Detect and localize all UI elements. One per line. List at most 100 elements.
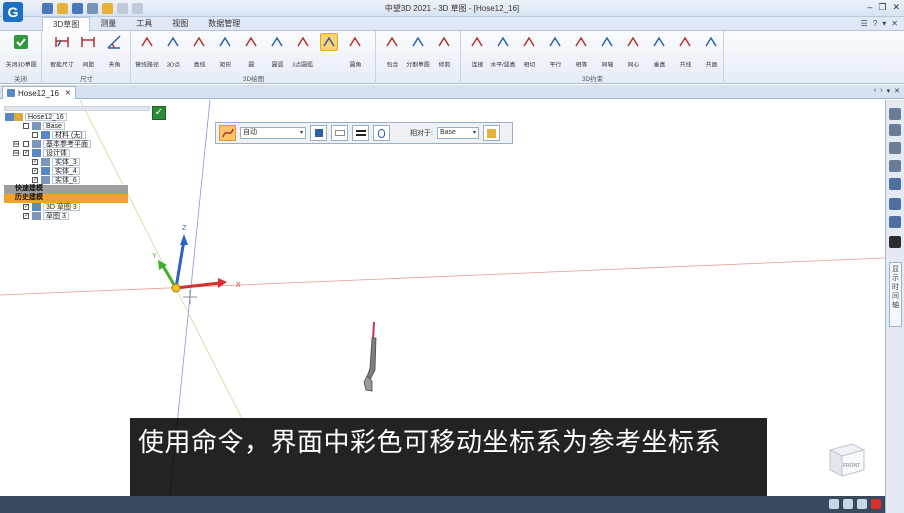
- tab-3d-sketch[interactable]: 3D草图: [42, 17, 91, 32]
- parallel-button[interactable]: 平行: [542, 33, 568, 69]
- collinear-button[interactable]: 共线: [672, 33, 698, 69]
- visibility-checkbox[interactable]: ✓: [23, 204, 29, 210]
- close-tab-icon[interactable]: ✕: [65, 89, 71, 97]
- trim-button[interactable]: 修剪: [431, 33, 457, 69]
- ribbon-option-icon[interactable]: ☰: [861, 19, 868, 28]
- document-tab[interactable]: Hose12_16 ✕: [2, 86, 76, 99]
- view-icon[interactable]: [889, 216, 901, 228]
- line-weight-button[interactable]: [352, 125, 369, 141]
- tab-data-management[interactable]: 数据管理: [198, 17, 250, 32]
- equal-button[interactable]: 相等: [568, 33, 594, 69]
- point-type-button[interactable]: [310, 125, 327, 141]
- manager-icon[interactable]: [889, 108, 901, 120]
- ribbon-close-icon[interactable]: ✕: [891, 19, 898, 28]
- spline-mode-button[interactable]: [219, 125, 236, 141]
- pick-reference-button[interactable]: [482, 125, 500, 141]
- visibility-checkbox[interactable]: ✓: [23, 213, 29, 219]
- confirm-check-button[interactable]: ✓: [152, 106, 166, 120]
- connect-button[interactable]: 连接: [464, 33, 490, 69]
- expand-icon[interactable]: ⊟: [13, 141, 19, 147]
- minimize-icon[interactable]: –: [867, 2, 872, 13]
- hose-model[interactable]: [363, 321, 377, 392]
- view-cube[interactable]: FRONT: [824, 438, 868, 478]
- tab-tools[interactable]: 工具: [126, 17, 162, 32]
- status-record-icon[interactable]: [871, 499, 881, 509]
- rect-button[interactable]: 矩形: [212, 33, 238, 69]
- feature-icon: [32, 212, 41, 220]
- pipe-path-button[interactable]: 管线路径: [134, 33, 160, 69]
- relative-select[interactable]: Base ▾: [436, 127, 479, 139]
- tree-node[interactable]: ⊟ ✓ 设计体: [4, 149, 150, 158]
- hv-icon: [494, 33, 512, 51]
- smart-dimension-button[interactable]: 智能尺寸: [49, 33, 75, 69]
- tree-node[interactable]: ✓ 草图 3: [4, 212, 150, 221]
- tree-node[interactable]: ✓ 实体_3: [4, 158, 150, 167]
- hv-button[interactable]: 水平/竖直: [490, 33, 516, 69]
- expand-icon[interactable]: ⊟: [13, 150, 19, 156]
- tree-section-bar[interactable]: 历史建模: [4, 194, 128, 203]
- restore-icon[interactable]: ❐: [878, 2, 886, 13]
- grid-button[interactable]: [331, 125, 348, 141]
- split-button[interactable]: 分割草图: [405, 33, 431, 69]
- close-3d-sketch-button[interactable]: 关闭3D草图: [6, 33, 36, 69]
- visibility-checkbox[interactable]: [23, 123, 29, 129]
- tree-node-label: 快速建模: [15, 185, 43, 192]
- line-button[interactable]: 直线: [186, 33, 212, 69]
- layers-icon[interactable]: [889, 198, 901, 210]
- close-document-icon[interactable]: ✕: [894, 87, 900, 95]
- status-snap-icon[interactable]: [857, 499, 867, 509]
- 3d-viewport[interactable]: Z Y X Hose12_16 Base 材料 (无) ⊟ 基本参考平面 ⊟ ✓ 设计体 ✓ 实…: [0, 100, 885, 513]
- tab-list-icon[interactable]: ▾: [887, 87, 891, 95]
- app-logo[interactable]: G: [3, 2, 23, 22]
- point-button[interactable]: 3D点: [160, 33, 186, 69]
- fillet-icon: [346, 33, 364, 51]
- tree-node[interactable]: ⊟ 基本参考平面: [4, 140, 150, 149]
- grid-icon[interactable]: [889, 236, 901, 248]
- coplanar-button[interactable]: 共面: [698, 33, 724, 69]
- tree-node[interactable]: 材料 (无): [4, 131, 150, 140]
- tangent-button[interactable]: 相切: [516, 33, 542, 69]
- spline-button[interactable]: [316, 33, 342, 69]
- mode-select[interactable]: 自动 ▾: [240, 127, 306, 139]
- tree-node-label: 材料 (无): [52, 131, 86, 139]
- timeline-toggle[interactable]: 显示时间轴: [889, 262, 902, 327]
- visibility-checkbox[interactable]: ✓: [32, 177, 38, 183]
- tree-section-bar[interactable]: 快速建模: [4, 185, 128, 194]
- close-icon[interactable]: ✕: [892, 2, 900, 13]
- tree-root[interactable]: Hose12_16: [4, 113, 150, 122]
- scroll-right-icon[interactable]: ›: [880, 87, 882, 95]
- tree-node[interactable]: ✓ 实体_4: [4, 167, 150, 176]
- status-filter-icon[interactable]: [843, 499, 853, 509]
- reference-button[interactable]: [373, 125, 390, 141]
- coaxial-button[interactable]: 同轴: [594, 33, 620, 69]
- arc3-button[interactable]: 3点圆弧: [290, 33, 316, 69]
- help-icon[interactable]: [889, 124, 901, 136]
- ribbon-minimize-icon[interactable]: ▾: [882, 19, 886, 28]
- library-icon[interactable]: [889, 142, 901, 154]
- arc-button[interactable]: 圆弧: [264, 33, 290, 69]
- help-icon[interactable]: ?: [873, 19, 877, 28]
- tree-node[interactable]: Base: [4, 122, 150, 131]
- include-button[interactable]: 包含: [379, 33, 405, 69]
- settings-icon[interactable]: [889, 178, 901, 190]
- visibility-checkbox[interactable]: [32, 132, 38, 138]
- status-view-icon[interactable]: [829, 499, 839, 509]
- perp-button[interactable]: 垂直: [646, 33, 672, 69]
- window-title: 中望3D 2021 - 3D 草图 - [Hose12_16]: [384, 4, 520, 13]
- visibility-checkbox[interactable]: ✓: [32, 159, 38, 165]
- tool-icon[interactable]: [889, 160, 901, 172]
- angle-button[interactable]: 夹角: [101, 33, 127, 69]
- tree-node[interactable]: ✓ 实体_6: [4, 176, 150, 185]
- tree-node[interactable]: ✓ 3D 草图 3: [4, 203, 150, 212]
- circle-button[interactable]: 圆: [238, 33, 264, 69]
- visibility-checkbox[interactable]: ✓: [32, 168, 38, 174]
- visibility-checkbox[interactable]: [23, 141, 29, 147]
- concentric-button[interactable]: 同心: [620, 33, 646, 69]
- menu-right-controls: ☰ ? ▾ ✕: [861, 19, 898, 28]
- scroll-left-icon[interactable]: ‹: [874, 87, 876, 95]
- tab-measure[interactable]: 测量: [90, 17, 126, 32]
- tab-view[interactable]: 视图: [162, 17, 198, 32]
- visibility-checkbox[interactable]: ✓: [23, 150, 29, 156]
- distance-button[interactable]: 间距: [75, 33, 101, 69]
- fillet-button[interactable]: 圆角: [342, 33, 368, 69]
